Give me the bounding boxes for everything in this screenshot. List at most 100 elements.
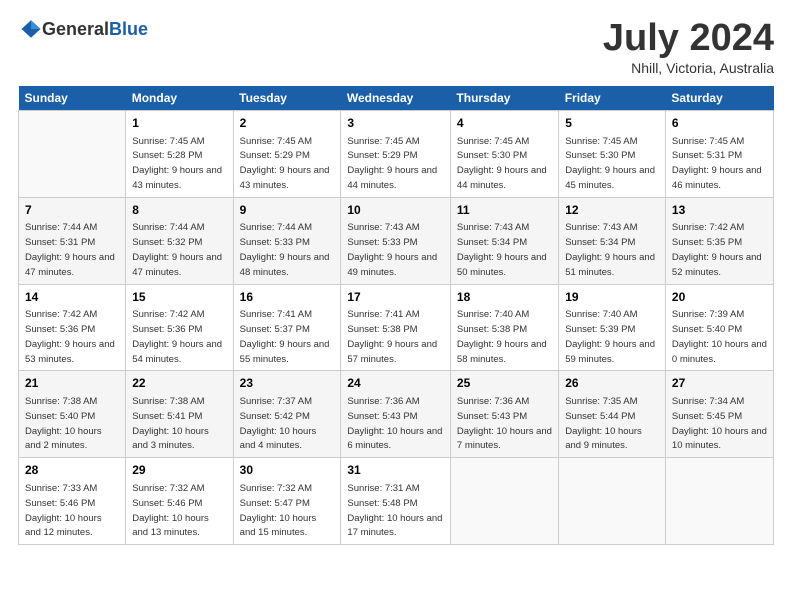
calendar-cell: 19 Sunrise: 7:40 AMSunset: 5:39 PMDaylig… [559, 284, 666, 371]
day-number: 29 [132, 462, 226, 479]
calendar-cell: 22 Sunrise: 7:38 AMSunset: 5:41 PMDaylig… [126, 371, 233, 458]
calendar-cell: 31 Sunrise: 7:31 AMSunset: 5:48 PMDaylig… [341, 458, 451, 545]
day-number: 21 [25, 375, 119, 392]
calendar-cell: 2 Sunrise: 7:45 AMSunset: 5:29 PMDayligh… [233, 110, 341, 197]
week-row-5: 28 Sunrise: 7:33 AMSunset: 5:46 PMDaylig… [19, 458, 774, 545]
week-row-4: 21 Sunrise: 7:38 AMSunset: 5:40 PMDaylig… [19, 371, 774, 458]
day-info: Sunrise: 7:32 AMSunset: 5:47 PMDaylight:… [240, 483, 317, 538]
day-number: 12 [565, 202, 659, 219]
calendar-cell: 18 Sunrise: 7:40 AMSunset: 5:38 PMDaylig… [450, 284, 558, 371]
day-number: 24 [347, 375, 444, 392]
calendar-cell: 17 Sunrise: 7:41 AMSunset: 5:38 PMDaylig… [341, 284, 451, 371]
day-number: 25 [457, 375, 552, 392]
header: GeneralBlue July 2024 Nhill, Victoria, A… [18, 18, 774, 76]
col-saturday: Saturday [665, 86, 773, 111]
day-number: 26 [565, 375, 659, 392]
day-number: 13 [672, 202, 767, 219]
day-number: 9 [240, 202, 335, 219]
day-number: 8 [132, 202, 226, 219]
calendar-cell: 6 Sunrise: 7:45 AMSunset: 5:31 PMDayligh… [665, 110, 773, 197]
title-area: July 2024 Nhill, Victoria, Australia [603, 18, 774, 76]
day-info: Sunrise: 7:45 AMSunset: 5:29 PMDaylight:… [347, 136, 437, 191]
day-info: Sunrise: 7:32 AMSunset: 5:46 PMDaylight:… [132, 483, 209, 538]
calendar-cell: 30 Sunrise: 7:32 AMSunset: 5:47 PMDaylig… [233, 458, 341, 545]
calendar-cell: 29 Sunrise: 7:32 AMSunset: 5:46 PMDaylig… [126, 458, 233, 545]
day-number: 15 [132, 289, 226, 306]
day-info: Sunrise: 7:38 AMSunset: 5:40 PMDaylight:… [25, 396, 102, 451]
day-info: Sunrise: 7:41 AMSunset: 5:38 PMDaylight:… [347, 309, 437, 364]
day-info: Sunrise: 7:45 AMSunset: 5:31 PMDaylight:… [672, 136, 762, 191]
location-subtitle: Nhill, Victoria, Australia [603, 60, 774, 76]
day-number: 7 [25, 202, 119, 219]
day-number: 16 [240, 289, 335, 306]
col-monday: Monday [126, 86, 233, 111]
day-number: 10 [347, 202, 444, 219]
day-number: 20 [672, 289, 767, 306]
calendar-cell: 25 Sunrise: 7:36 AMSunset: 5:43 PMDaylig… [450, 371, 558, 458]
calendar-cell [450, 458, 558, 545]
day-info: Sunrise: 7:31 AMSunset: 5:48 PMDaylight:… [347, 483, 442, 538]
day-info: Sunrise: 7:45 AMSunset: 5:28 PMDaylight:… [132, 136, 222, 191]
col-wednesday: Wednesday [341, 86, 451, 111]
calendar-cell: 24 Sunrise: 7:36 AMSunset: 5:43 PMDaylig… [341, 371, 451, 458]
day-info: Sunrise: 7:45 AMSunset: 5:29 PMDaylight:… [240, 136, 330, 191]
page-container: GeneralBlue July 2024 Nhill, Victoria, A… [0, 0, 792, 557]
calendar-cell: 9 Sunrise: 7:44 AMSunset: 5:33 PMDayligh… [233, 197, 341, 284]
day-number: 11 [457, 202, 552, 219]
week-row-3: 14 Sunrise: 7:42 AMSunset: 5:36 PMDaylig… [19, 284, 774, 371]
day-number: 3 [347, 115, 444, 132]
day-number: 5 [565, 115, 659, 132]
calendar-cell: 11 Sunrise: 7:43 AMSunset: 5:34 PMDaylig… [450, 197, 558, 284]
day-number: 30 [240, 462, 335, 479]
day-number: 31 [347, 462, 444, 479]
day-info: Sunrise: 7:39 AMSunset: 5:40 PMDaylight:… [672, 309, 767, 364]
calendar-cell: 23 Sunrise: 7:37 AMSunset: 5:42 PMDaylig… [233, 371, 341, 458]
day-info: Sunrise: 7:42 AMSunset: 5:35 PMDaylight:… [672, 222, 762, 277]
logo-blue: Blue [109, 19, 148, 39]
header-row: Sunday Monday Tuesday Wednesday Thursday… [19, 86, 774, 111]
day-number: 4 [457, 115, 552, 132]
day-info: Sunrise: 7:42 AMSunset: 5:36 PMDaylight:… [132, 309, 222, 364]
calendar-cell: 5 Sunrise: 7:45 AMSunset: 5:30 PMDayligh… [559, 110, 666, 197]
day-info: Sunrise: 7:36 AMSunset: 5:43 PMDaylight:… [457, 396, 552, 451]
calendar-cell: 8 Sunrise: 7:44 AMSunset: 5:32 PMDayligh… [126, 197, 233, 284]
day-info: Sunrise: 7:37 AMSunset: 5:42 PMDaylight:… [240, 396, 317, 451]
calendar-cell: 14 Sunrise: 7:42 AMSunset: 5:36 PMDaylig… [19, 284, 126, 371]
day-number: 28 [25, 462, 119, 479]
day-number: 14 [25, 289, 119, 306]
day-info: Sunrise: 7:44 AMSunset: 5:33 PMDaylight:… [240, 222, 330, 277]
day-info: Sunrise: 7:38 AMSunset: 5:41 PMDaylight:… [132, 396, 209, 451]
calendar-cell: 15 Sunrise: 7:42 AMSunset: 5:36 PMDaylig… [126, 284, 233, 371]
day-number: 23 [240, 375, 335, 392]
day-info: Sunrise: 7:36 AMSunset: 5:43 PMDaylight:… [347, 396, 442, 451]
day-info: Sunrise: 7:43 AMSunset: 5:34 PMDaylight:… [565, 222, 655, 277]
day-info: Sunrise: 7:43 AMSunset: 5:33 PMDaylight:… [347, 222, 437, 277]
week-row-2: 7 Sunrise: 7:44 AMSunset: 5:31 PMDayligh… [19, 197, 774, 284]
day-info: Sunrise: 7:45 AMSunset: 5:30 PMDaylight:… [457, 136, 547, 191]
calendar-cell: 1 Sunrise: 7:45 AMSunset: 5:28 PMDayligh… [126, 110, 233, 197]
day-number: 27 [672, 375, 767, 392]
logo-icon [20, 18, 42, 40]
day-info: Sunrise: 7:45 AMSunset: 5:30 PMDaylight:… [565, 136, 655, 191]
calendar-cell: 13 Sunrise: 7:42 AMSunset: 5:35 PMDaylig… [665, 197, 773, 284]
logo-text: GeneralBlue [42, 19, 148, 40]
day-number: 18 [457, 289, 552, 306]
calendar-cell [19, 110, 126, 197]
calendar-cell: 27 Sunrise: 7:34 AMSunset: 5:45 PMDaylig… [665, 371, 773, 458]
col-thursday: Thursday [450, 86, 558, 111]
day-info: Sunrise: 7:42 AMSunset: 5:36 PMDaylight:… [25, 309, 115, 364]
calendar-cell: 20 Sunrise: 7:39 AMSunset: 5:40 PMDaylig… [665, 284, 773, 371]
day-info: Sunrise: 7:33 AMSunset: 5:46 PMDaylight:… [25, 483, 102, 538]
calendar-cell: 12 Sunrise: 7:43 AMSunset: 5:34 PMDaylig… [559, 197, 666, 284]
calendar-cell: 7 Sunrise: 7:44 AMSunset: 5:31 PMDayligh… [19, 197, 126, 284]
day-info: Sunrise: 7:44 AMSunset: 5:32 PMDaylight:… [132, 222, 222, 277]
day-number: 17 [347, 289, 444, 306]
day-number: 1 [132, 115, 226, 132]
day-info: Sunrise: 7:40 AMSunset: 5:39 PMDaylight:… [565, 309, 655, 364]
col-tuesday: Tuesday [233, 86, 341, 111]
logo-general: General [42, 19, 109, 39]
day-info: Sunrise: 7:40 AMSunset: 5:38 PMDaylight:… [457, 309, 547, 364]
logo: GeneralBlue [18, 18, 148, 40]
calendar-cell: 3 Sunrise: 7:45 AMSunset: 5:29 PMDayligh… [341, 110, 451, 197]
calendar-cell: 28 Sunrise: 7:33 AMSunset: 5:46 PMDaylig… [19, 458, 126, 545]
